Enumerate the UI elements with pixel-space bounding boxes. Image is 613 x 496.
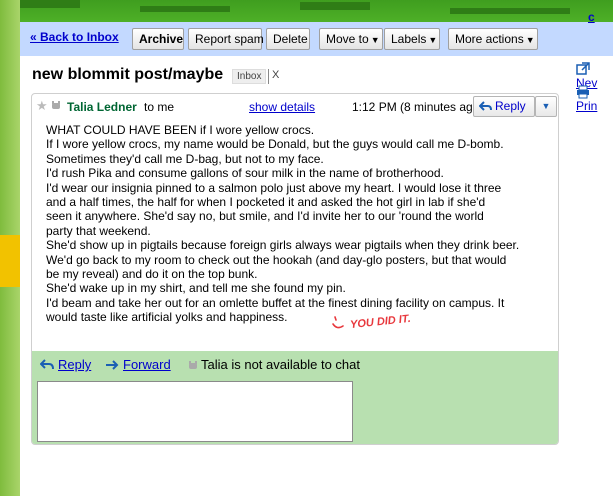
body-line: party that weekend.: [46, 223, 151, 238]
subject-heading: new blommit post/maybe: [32, 66, 224, 83]
remove-label-button[interactable]: X: [268, 69, 279, 84]
reply-footer: Reply Forward Talia is not available to …: [32, 351, 558, 444]
body-line: We'd go back to my room to check out the…: [46, 252, 507, 267]
body-line: Sometimes they'd call me D-bag, but not …: [46, 151, 324, 166]
reply-button[interactable]: Reply: [473, 96, 535, 117]
report-spam-button[interactable]: Report spam: [188, 28, 264, 50]
chat-status-icon: [189, 361, 197, 369]
dropdown-arrow-icon: ▼: [370, 35, 380, 45]
delete-button[interactable]: Delete: [266, 28, 310, 50]
body-line: would taste like artificial yolks and ha…: [46, 310, 288, 325]
body-line: She'd wake up in my shirt, and tell me s…: [46, 281, 346, 296]
back-to-inbox-link[interactable]: « Back to Inbox: [30, 30, 119, 44]
body-line: She'd show up in pigtails because foreig…: [46, 238, 520, 253]
dropdown-arrow-icon: ▼: [525, 35, 535, 45]
print-icon: [577, 85, 589, 99]
footer-reply-label: Reply: [58, 357, 92, 372]
toolbar-right-link[interactable]: c: [588, 10, 595, 24]
new-window-icon: [576, 62, 590, 75]
body-line: If I wore yellow crocs, my name would be…: [46, 137, 504, 152]
print-link[interactable]: Prin: [576, 85, 613, 113]
show-details-link[interactable]: show details: [249, 100, 315, 114]
theme-yellow-block: [0, 235, 20, 287]
body-line: seen it anywhere. She'd say no, but smil…: [46, 209, 484, 224]
body-line: I'd rush Pika and consume gallons of sou…: [46, 166, 444, 181]
move-to-label: Move to: [326, 32, 369, 46]
message-header: ★ Talia Ledner to me show details 1:12 P…: [32, 94, 558, 120]
footer-forward-link[interactable]: Forward: [105, 357, 171, 372]
body-line: WHAT COULD HAVE BEEN if I wore yellow cr…: [46, 123, 315, 137]
move-to-button[interactable]: Move to ▼: [319, 28, 383, 50]
chat-status-text: Talia is not available to chat: [201, 357, 360, 372]
sender-name[interactable]: Talia Ledner: [67, 100, 137, 114]
forward-arrow-icon: [106, 360, 119, 370]
dropdown-arrow-icon: ▼: [428, 35, 438, 45]
more-actions-label: More actions: [455, 32, 524, 46]
print-label: Prin: [576, 99, 598, 113]
reply-label: Reply: [495, 99, 526, 113]
message-body: WHAT COULD HAVE BEEN if I wore yellow cr…: [46, 123, 552, 325]
chevron-down-icon: ▼: [541, 101, 551, 111]
message-toolbar: « Back to Inbox Archive Report spam Dele…: [20, 22, 613, 56]
body-line: I'd beam and take her out for an omlette…: [46, 295, 505, 310]
background-pixel-block: [20, 0, 80, 8]
theme-left-strip: [0, 0, 20, 496]
labels-label: Labels: [391, 32, 427, 46]
more-actions-button[interactable]: More actions ▼: [448, 28, 538, 50]
chat-status-icon: [52, 101, 60, 109]
chat-availability: Talia is not available to chat: [188, 357, 360, 372]
background-pixel-block: [300, 2, 370, 10]
message-card: ★ Talia Ledner to me show details 1:12 P…: [31, 93, 559, 445]
body-line: and a half times, the half for when I po…: [46, 195, 486, 210]
body-line: I'd wear our insignia pinned to a salmon…: [46, 180, 502, 195]
message-date: 1:12 PM (8 minutes ago): [352, 100, 484, 114]
quick-reply-input[interactable]: [37, 381, 353, 442]
footer-reply-link[interactable]: Reply: [39, 357, 92, 372]
body-line: be my reveal) and do it on the top bunk.: [46, 267, 258, 282]
reply-arrow-icon: [39, 359, 54, 370]
recipient-text: to me: [144, 100, 175, 114]
inbox-label-chip[interactable]: Inbox: [232, 69, 267, 84]
footer-forward-label: Forward: [123, 357, 171, 372]
archive-button[interactable]: Archive: [132, 28, 184, 50]
star-icon[interactable]: ★: [36, 98, 48, 114]
background-pixel-block: [140, 6, 230, 12]
more-options-button[interactable]: ▼: [535, 96, 557, 117]
reply-arrow-icon: [479, 101, 492, 111]
smiley-doodle-icon: [332, 316, 344, 329]
labels-button[interactable]: Labels ▼: [384, 28, 440, 50]
background-pixel-block: [450, 8, 570, 14]
